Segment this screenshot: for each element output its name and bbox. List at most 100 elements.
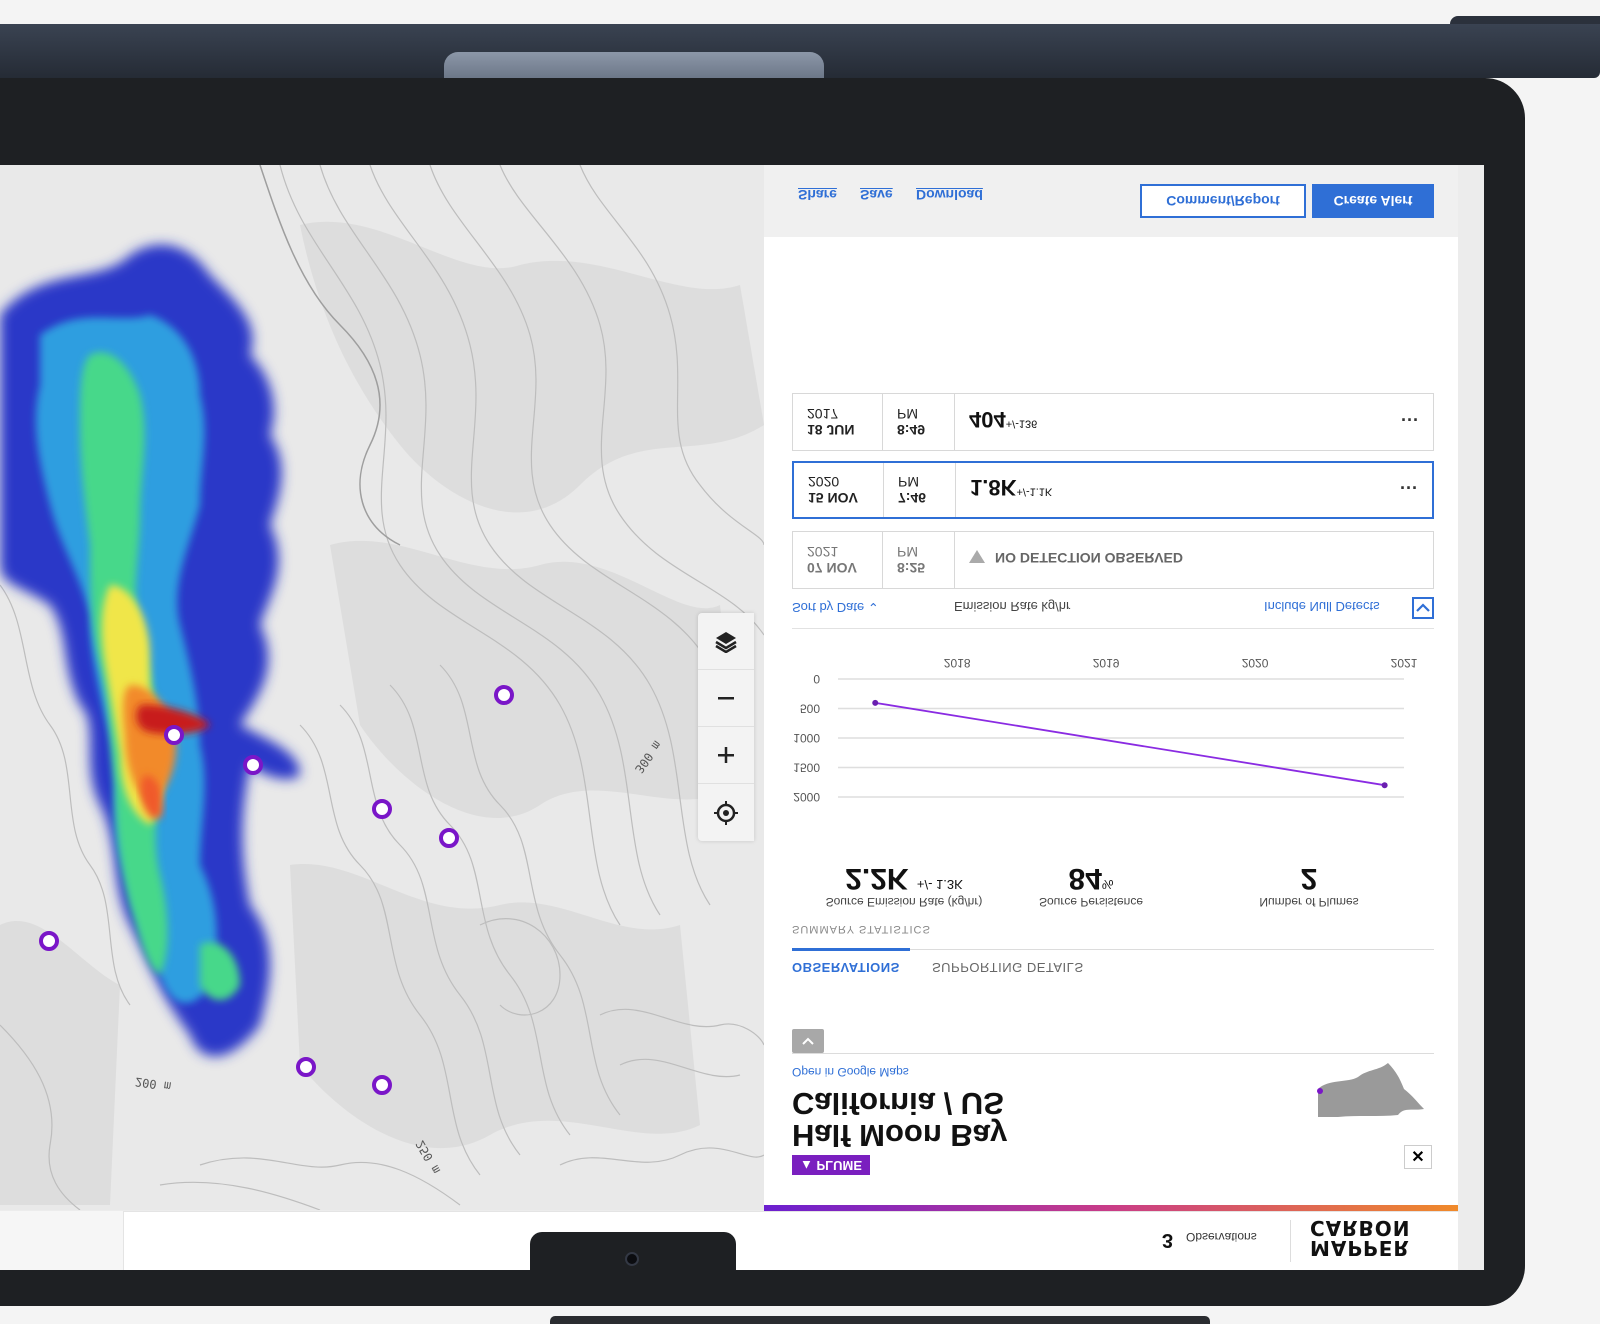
observation-emission: 1.8K+/-1.1K xyxy=(970,474,1052,500)
layers-icon xyxy=(715,632,737,653)
chart-data-point xyxy=(872,699,879,706)
stat-plumes: 2 Number of Plumes xyxy=(1244,855,1374,909)
share-link[interactable]: Share xyxy=(798,187,837,203)
chart-data-point xyxy=(1381,782,1388,789)
map-view[interactable]: 300 m 200 m 250 m xyxy=(0,165,764,1210)
zoom-out-button[interactable] xyxy=(698,670,754,727)
device-top-button xyxy=(444,52,824,80)
observation-ampm: PM xyxy=(897,544,918,560)
emission-uncertainty: +/-136 xyxy=(1005,417,1038,430)
collapse-button[interactable] xyxy=(792,1029,824,1053)
zoom-in-button[interactable] xyxy=(698,727,754,784)
stat-persistence-label: Source Persistence xyxy=(1038,895,1144,909)
observation-clock: 7:46 xyxy=(898,490,927,506)
plume-badge-text: PLUME xyxy=(816,1157,862,1173)
chart-y-tick-label: 2000 xyxy=(793,790,820,804)
observation-time: PM 8:49 xyxy=(883,394,955,450)
source-marker[interactable] xyxy=(439,828,459,848)
logo-line-mapper: MAPPER xyxy=(1310,1236,1410,1260)
observation-time: PM 7:46 xyxy=(884,463,956,517)
observation-emission: 404+/-136 xyxy=(969,406,1037,432)
summary-statistics-label: SUMMARY STATISTICS xyxy=(792,923,931,935)
source-marker[interactable] xyxy=(296,1057,316,1077)
observation-year: 2021 xyxy=(807,544,839,560)
map-controls xyxy=(698,613,754,841)
crosshair-icon xyxy=(714,800,738,825)
observation-clock: 8:25 xyxy=(897,560,926,576)
source-marker[interactable] xyxy=(372,799,392,819)
sort-by-date-dropdown[interactable]: Sort by Date ⌄ xyxy=(792,599,879,615)
locate-button[interactable] xyxy=(698,784,754,841)
chart-x-tick-label: 2021 xyxy=(1391,656,1418,670)
map-canvas[interactable] xyxy=(0,165,764,1210)
save-link[interactable]: Save xyxy=(860,187,893,203)
comment-report-button[interactable]: Comment/Report xyxy=(1140,184,1306,218)
download-link[interactable]: Download xyxy=(916,187,983,203)
sort-label: Sort by Date xyxy=(792,600,865,615)
stat-emission: 2.2K +/- 1.3K Source Emission Rate (kg/h… xyxy=(804,855,1004,909)
chevron-up-icon xyxy=(802,1037,814,1045)
emission-uncertainty: +/-1.1K xyxy=(1016,485,1053,498)
chart-y-tick-label: 1500 xyxy=(793,761,820,775)
stat-persistence: 84% Source Persistence xyxy=(1026,855,1156,909)
observation-row-selected[interactable]: 2020 15 NOV PM 7:46 1.8K+/-1.1K ··· xyxy=(792,461,1434,519)
tab-observations[interactable]: OBSERVATIONS xyxy=(792,960,900,975)
minus-icon xyxy=(718,697,734,700)
comment-report-label: Comment/Report xyxy=(1166,193,1280,209)
observation-date: 2020 15 NOV xyxy=(794,463,884,517)
device-stage: 300 m 200 m 250 m Share Save Download Co… xyxy=(0,0,1600,1324)
tab-supporting-details[interactable]: SUPPORTING DETAILS xyxy=(932,960,1084,975)
more-options-button[interactable]: ··· xyxy=(1400,478,1418,499)
emission-chart-svg: 0 500 1000 1500 2000 2018 2019 2020 2021 xyxy=(793,656,1418,804)
logo-divider xyxy=(1290,1220,1291,1262)
device-foot xyxy=(550,1316,1210,1324)
observation-row[interactable]: 2021 07 NOV PM 8:25 NO DETECTION OBSERVE… xyxy=(792,531,1434,589)
detail-tabs: OBSERVATIONS SUPPORTING DETAILS xyxy=(792,948,1434,989)
bottom-bar-left xyxy=(0,1211,124,1270)
observation-day: 07 NOV xyxy=(807,560,857,576)
source-detail-panel: Share Save Download Comment/Report Creat… xyxy=(764,165,1458,1210)
observation-ampm: PM xyxy=(897,406,918,422)
chart-y-tick-label: 0 xyxy=(813,672,820,686)
open-google-maps-link[interactable]: Open in Google Maps xyxy=(792,1065,909,1079)
plume-badge-label: ▲ PLUME xyxy=(800,1157,862,1173)
emission-value: 404 xyxy=(969,407,1006,432)
include-null-checkbox[interactable] xyxy=(1412,597,1434,619)
region-thumbnail xyxy=(1317,1063,1424,1117)
observation-year: 2017 xyxy=(807,406,839,422)
observation-day: 18 JUN xyxy=(807,422,855,438)
plume-badge: ▲ PLUME xyxy=(792,1155,870,1175)
source-marker[interactable] xyxy=(372,1075,392,1095)
observation-count: 3 xyxy=(1162,1229,1174,1251)
close-button[interactable]: ✕ xyxy=(1404,1145,1432,1169)
observation-row[interactable]: 2017 18 JUN PM 8:49 404+/-136 ··· xyxy=(792,393,1434,451)
chart-y-tick-label: 1000 xyxy=(793,731,820,745)
more-options-button[interactable]: ··· xyxy=(1401,410,1419,431)
chart-y-tick-label: 500 xyxy=(800,702,820,716)
observation-ampm: PM xyxy=(898,474,919,490)
emission-rate-label: Emission Rate kg/hr xyxy=(954,599,1071,614)
observation-day: 15 NOV xyxy=(808,490,858,506)
create-alert-button[interactable]: Create Alert xyxy=(1312,184,1434,218)
carbon-mapper-logo[interactable]: MAPPER CARBON xyxy=(1310,1216,1411,1260)
stat-plumes-label: Number of Plumes xyxy=(1259,895,1359,909)
panel-header: Share Save Download Comment/Report Creat… xyxy=(764,165,1458,237)
source-marker[interactable] xyxy=(39,931,59,951)
observation-year: 2020 xyxy=(808,474,840,490)
source-marker[interactable] xyxy=(243,755,263,775)
include-null-detects-label[interactable]: Include Null Detects xyxy=(1264,599,1380,614)
layers-button[interactable] xyxy=(698,613,754,670)
observation-count-label: Observations xyxy=(1186,1230,1257,1244)
source-marker[interactable] xyxy=(164,725,184,745)
stat-emission-label: Source Emission Rate (kg/hr) xyxy=(825,895,983,909)
checkmark-icon xyxy=(1416,603,1430,612)
stat-plumes-value: 2 xyxy=(1300,862,1318,895)
stat-emission-uncertainty: +/- 1.3K xyxy=(916,877,963,892)
chart-x-tick-label: 2020 xyxy=(1242,656,1269,670)
source-marker[interactable] xyxy=(494,685,514,705)
chart-series-line xyxy=(875,701,1385,787)
null-detection: NO DETECTION OBSERVED xyxy=(969,550,1183,566)
location-name: Half Moon Bay xyxy=(792,1118,1008,1153)
chart-x-tick-label: 2018 xyxy=(944,656,971,670)
stat-emission-number: 2.2K xyxy=(845,862,909,895)
